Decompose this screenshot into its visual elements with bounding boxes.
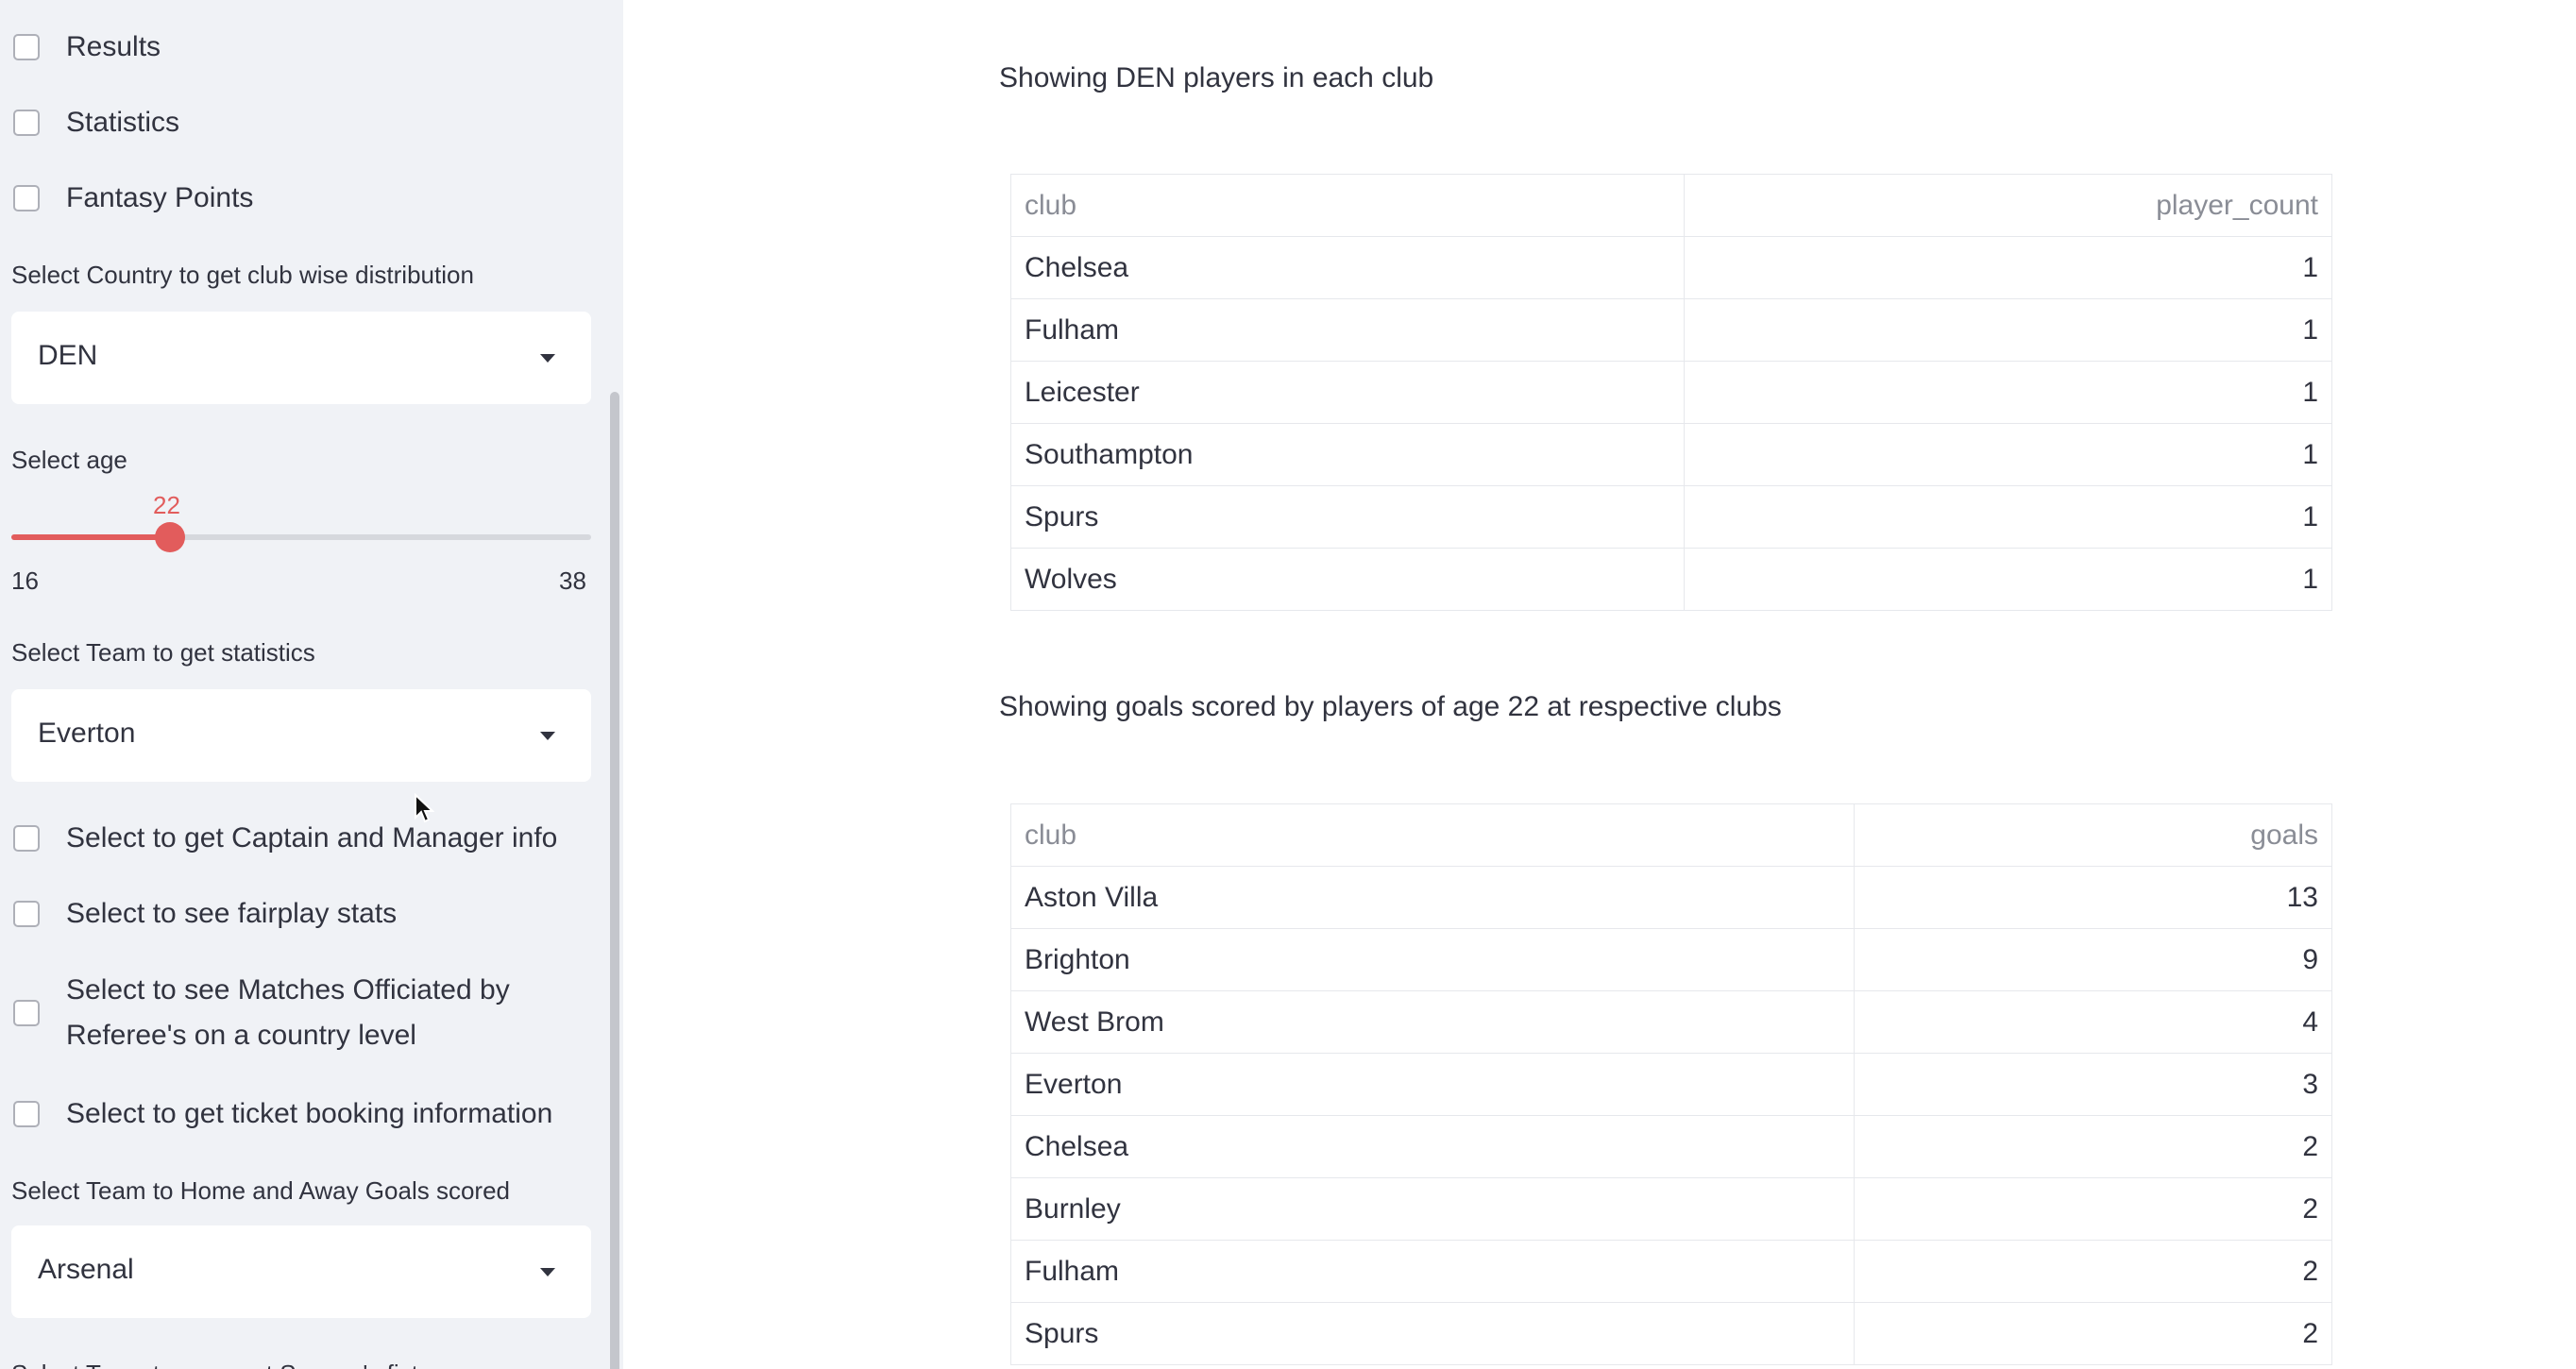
table-row: Fulham 2 bbox=[1009, 1240, 2332, 1303]
checkbox-fairplay[interactable]: Select to see fairplay stats bbox=[13, 891, 397, 937]
players-caption: Showing DEN players in each club bbox=[999, 62, 1434, 93]
table-cell[interactable]: 1 bbox=[1684, 423, 2332, 486]
table-cell[interactable]: Fulham bbox=[1009, 1240, 1856, 1303]
table-cell[interactable]: Leicester bbox=[1009, 361, 1686, 424]
table-row: Brighton 9 bbox=[1009, 928, 2332, 991]
table-cell[interactable]: 2 bbox=[1854, 1302, 2332, 1365]
checkbox-captain-manager[interactable]: Select to get Captain and Manager info bbox=[13, 816, 557, 861]
checkbox-label: Select to see fairplay stats bbox=[66, 898, 398, 929]
table-row: Leicester 1 bbox=[1009, 361, 2332, 424]
table-cell[interactable]: 1 bbox=[1684, 548, 2332, 611]
checkbox-ticket-booking[interactable]: Select to get ticket booking information bbox=[13, 1091, 552, 1137]
table-row: Chelsea 2 bbox=[1009, 1115, 2332, 1178]
checkbox-label: Results bbox=[66, 31, 161, 62]
team-stats-select-value: Everton bbox=[38, 718, 136, 749]
table-cell[interactable]: Chelsea bbox=[1009, 236, 1686, 299]
country-select-label: Select Country to get club wise distribu… bbox=[11, 261, 474, 289]
table-cell[interactable]: 13 bbox=[1854, 866, 2332, 929]
table-cell[interactable]: Wolves bbox=[1009, 548, 1686, 611]
players-table[interactable]: club player_count Chelsea 1 Fulham 1 Leice… bbox=[1009, 174, 2332, 611]
checkbox-label: Fantasy Points bbox=[66, 182, 254, 213]
country-select-value: DEN bbox=[38, 340, 98, 371]
table-cell[interactable]: 1 bbox=[1684, 361, 2332, 424]
table-row: Burnley 2 bbox=[1009, 1177, 2332, 1241]
age-slider-label: Select age bbox=[11, 446, 127, 474]
chevron-down-icon bbox=[540, 1268, 555, 1276]
table-row: Spurs 2 bbox=[1009, 1302, 2332, 1365]
table-row: Fulham 1 bbox=[1009, 298, 2332, 362]
checkbox-label: Select to get ticket booking information bbox=[66, 1098, 553, 1129]
sidebar-scrollbar[interactable] bbox=[610, 392, 619, 1369]
checkbox-results[interactable]: Results bbox=[13, 25, 161, 70]
table-cell[interactable]: Chelsea bbox=[1009, 1115, 1856, 1178]
table-cell[interactable]: Brighton bbox=[1009, 928, 1856, 991]
table-cell[interactable]: Spurs bbox=[1009, 1302, 1856, 1365]
chevron-down-icon bbox=[540, 732, 555, 740]
checkbox-statistics[interactable]: Statistics bbox=[13, 100, 179, 145]
age-slider-thumb[interactable] bbox=[155, 522, 185, 552]
checkbox-box[interactable] bbox=[13, 1000, 40, 1026]
home-away-select[interactable]: Arsenal bbox=[11, 1225, 591, 1318]
goals-table[interactable]: club goals Aston Villa 13 Brighton 9 West … bbox=[1009, 803, 2332, 1365]
team-stats-select-label: Select Team to get statistics bbox=[11, 638, 315, 667]
table-row: Aston Villa 13 bbox=[1009, 866, 2332, 929]
table-row: Everton 3 bbox=[1009, 1053, 2332, 1116]
table-cell[interactable]: 2 bbox=[1854, 1240, 2332, 1303]
chevron-down-icon bbox=[540, 354, 555, 363]
checkbox-box[interactable] bbox=[13, 1101, 40, 1127]
table-cell[interactable]: 2 bbox=[1854, 1177, 2332, 1241]
checkbox-box[interactable] bbox=[13, 901, 40, 927]
table-cell[interactable]: West Brom bbox=[1009, 990, 1856, 1054]
age-slider-value: 22 bbox=[153, 491, 180, 519]
checkbox-box[interactable] bbox=[13, 825, 40, 852]
age-slider-fill bbox=[11, 534, 170, 540]
table-cell[interactable]: 1 bbox=[1684, 298, 2332, 362]
team-stats-select[interactable]: Everton bbox=[11, 689, 591, 782]
checkbox-label: Statistics bbox=[66, 107, 180, 138]
table-cell[interactable]: Burnley bbox=[1009, 1177, 1856, 1241]
table-row: Wolves 1 bbox=[1009, 548, 2332, 611]
table-cell[interactable]: 1 bbox=[1684, 236, 2332, 299]
country-select[interactable]: DEN bbox=[11, 312, 591, 404]
fixtures-select-label: Select Team to see next Season's fixture… bbox=[11, 1360, 466, 1369]
table-cell[interactable]: Everton bbox=[1009, 1053, 1856, 1116]
table-cell[interactable]: Southampton bbox=[1009, 423, 1686, 486]
age-slider-max: 38 bbox=[559, 566, 586, 595]
checkbox-label: Select to get Captain and Manager info bbox=[66, 822, 558, 854]
table-header-row: club player_count bbox=[1009, 174, 2332, 237]
table-row: Spurs 1 bbox=[1009, 485, 2332, 549]
age-slider-min: 16 bbox=[11, 566, 39, 595]
table-cell[interactable]: Aston Villa bbox=[1009, 866, 1856, 929]
table-header-row: club goals bbox=[1009, 803, 2332, 867]
checkbox-referees[interactable]: Select to see Matches Officiated by Refe… bbox=[13, 968, 557, 1058]
sidebar: Results Statistics Fantasy Points Select… bbox=[0, 0, 623, 1369]
table-row: Southampton 1 bbox=[1009, 423, 2332, 486]
column-header[interactable]: club bbox=[1009, 174, 1686, 237]
goals-caption: Showing goals scored by players of age 2… bbox=[999, 691, 1782, 722]
table-cell[interactable]: Fulham bbox=[1009, 298, 1686, 362]
checkbox-fantasy-points[interactable]: Fantasy Points bbox=[13, 176, 253, 221]
home-away-select-label: Select Team to Home and Away Goals score… bbox=[11, 1176, 510, 1205]
checkbox-box[interactable] bbox=[13, 110, 40, 136]
checkbox-box[interactable] bbox=[13, 34, 40, 60]
table-cell[interactable]: 1 bbox=[1684, 485, 2332, 549]
home-away-select-value: Arsenal bbox=[38, 1254, 134, 1285]
table-cell[interactable]: 4 bbox=[1854, 990, 2332, 1054]
mouse-cursor-icon bbox=[415, 793, 434, 823]
table-row: West Brom 4 bbox=[1009, 990, 2332, 1054]
table-cell[interactable]: Spurs bbox=[1009, 485, 1686, 549]
table-cell[interactable]: 3 bbox=[1854, 1053, 2332, 1116]
table-cell[interactable]: 2 bbox=[1854, 1115, 2332, 1178]
table-cell[interactable]: 9 bbox=[1854, 928, 2332, 991]
column-header[interactable]: club bbox=[1009, 803, 1856, 867]
column-header[interactable]: player_count bbox=[1684, 174, 2332, 237]
checkbox-box[interactable] bbox=[13, 185, 40, 211]
column-header[interactable]: goals bbox=[1854, 803, 2332, 867]
table-row: Chelsea 1 bbox=[1009, 236, 2332, 299]
checkbox-label: Select to see Matches Officiated by Refe… bbox=[66, 974, 510, 1051]
